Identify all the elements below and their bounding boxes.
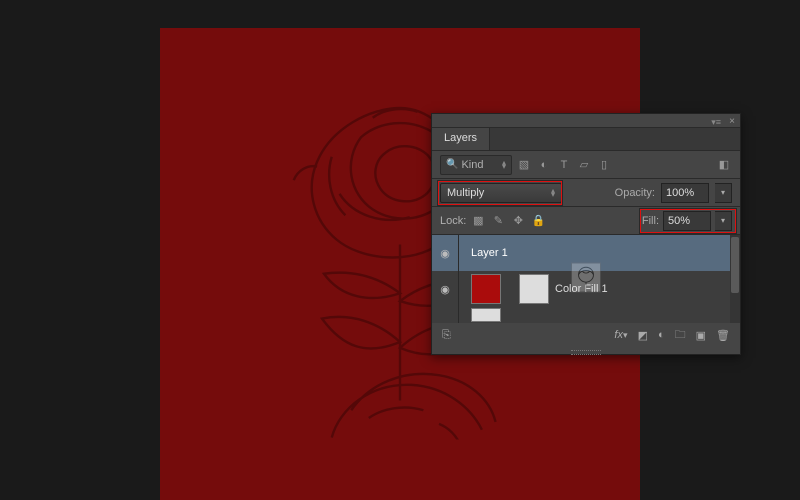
layers-panel: ▾≡ × Layers 🔍 Kind ▴▾ ▧ ◐ T ▱ ▯ ◧ Multip… [431,113,741,355]
filter-adjust-icon[interactable]: ◐ [536,157,552,173]
lock-fill-row: Lock: ▩ ✎ ✥ 🔒 Fill: 50% ▾ [432,207,740,235]
lock-label: Lock: [440,215,466,227]
opacity-value: 100% [666,187,694,199]
opacity-input[interactable]: 100% [661,183,709,203]
scroll-thumb[interactable] [731,237,739,293]
fill-swatch-thumbnail[interactable] [471,274,501,304]
panel-resize-grip[interactable] [432,347,740,357]
updown-icon: ▴▾ [502,161,506,169]
filter-kind-label: Kind [461,159,483,171]
adjustment-icon[interactable]: ◐ [658,329,665,341]
blend-mode-value: Multiply [447,187,484,199]
fill-input[interactable]: 50% [663,211,711,231]
fill-label: Fill: [642,215,659,227]
layers-scrollbar[interactable] [730,235,740,323]
close-icon[interactable]: × [729,116,735,127]
lock-transparent-icon[interactable]: ▩ [470,213,486,229]
layer-row-layer1[interactable]: ◉ Layer 1 [432,235,740,271]
group-icon[interactable]: 🗀 [675,326,686,345]
trash-icon[interactable]: 🗑 [716,329,730,342]
layer-filter-bar: 🔍 Kind ▴▾ ▧ ◐ T ▱ ▯ ◧ [432,151,740,179]
link-layers-icon[interactable]: ⎘ [442,329,451,342]
fill-dropdown-icon[interactable]: ▾ [715,211,732,231]
filter-kind-select[interactable]: 🔍 Kind ▴▾ [440,155,512,175]
layer-name[interactable]: Layer 1 [471,247,508,259]
visibility-icon[interactable]: ◉ [438,247,452,260]
search-icon: 🔍 [446,159,458,170]
mask-thumbnail[interactable] [519,274,549,304]
opacity-dropdown-icon[interactable]: ▾ [715,183,732,203]
blend-mode-select[interactable]: Multiply ▴▾ [440,183,562,203]
lock-image-icon[interactable]: ✎ [490,213,506,229]
opacity-label: Opacity: [615,187,655,199]
panel-menu-icon[interactable]: ▾≡ [711,117,721,128]
visibility-icon[interactable]: ◉ [438,283,452,296]
layer-thumbnail[interactable] [471,308,501,322]
tab-layers[interactable]: Layers [432,128,490,150]
filter-shape-icon[interactable]: ▱ [576,157,592,173]
filter-pixel-icon[interactable]: ▧ [516,157,532,173]
mask-icon[interactable]: ◩ [638,329,648,342]
app-stage: ▾≡ × Layers 🔍 Kind ▴▾ ▧ ◐ T ▱ ▯ ◧ Multip… [0,0,800,500]
layers-footer: ⎘ fx▾ ◩ ◐ 🗀 ▣ 🗑 [432,323,740,347]
panel-titlebar[interactable]: ▾≡ × [432,114,740,127]
fx-icon[interactable]: fx▾ [614,329,627,341]
filter-type-icon[interactable]: T [556,157,572,173]
layer-thumbnail[interactable] [571,263,601,293]
updown-icon: ▴▾ [551,189,555,197]
filter-smart-icon[interactable]: ▯ [596,157,612,173]
fill-value: 50% [668,215,690,227]
blend-opacity-row: Multiply ▴▾ Opacity: 100% ▾ [432,179,740,207]
layers-list: ◉ Layer 1 ◉ Color Fill 1 [432,235,740,323]
new-layer-icon[interactable]: ▣ [696,329,706,342]
layer-row-background-peek[interactable] [432,307,740,323]
lock-all-icon[interactable]: 🔒 [530,213,546,229]
lock-position-icon[interactable]: ✥ [510,213,526,229]
panel-tabbar: Layers [432,127,740,151]
filter-toggle-icon[interactable]: ◧ [716,157,732,173]
